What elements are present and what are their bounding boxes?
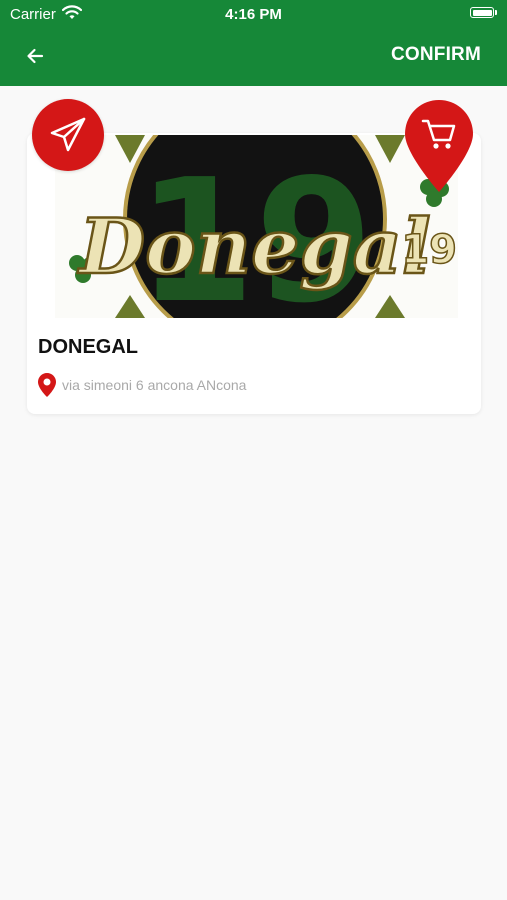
status-bar: Carrier 4:16 PM — [0, 0, 507, 28]
confirm-button[interactable]: CONFIRM — [391, 44, 481, 66]
logo-number: 19 — [401, 227, 457, 273]
send-button[interactable] — [32, 99, 104, 171]
arrow-left-icon — [27, 48, 44, 64]
cart-pin-button[interactable] — [404, 98, 474, 194]
venue-title: DONEGAL — [38, 336, 138, 358]
back-button[interactable] — [20, 41, 50, 71]
app-header: Carrier 4:16 PM CONFIRM — [0, 0, 507, 86]
logo-text: Donegal — [77, 202, 430, 291]
venue-address: via simeoni 6 ancona ANcona — [62, 377, 247, 393]
battery-icon — [470, 7, 494, 18]
status-time: 4:16 PM — [225, 6, 282, 23]
battery-tip — [495, 10, 497, 15]
location-pin-icon — [38, 373, 56, 397]
venue-logo-image: 19 Donegal 19 — [55, 135, 458, 318]
venue-address-row: via simeoni 6 ancona ANcona — [38, 373, 246, 397]
paper-plane-icon — [50, 117, 86, 152]
